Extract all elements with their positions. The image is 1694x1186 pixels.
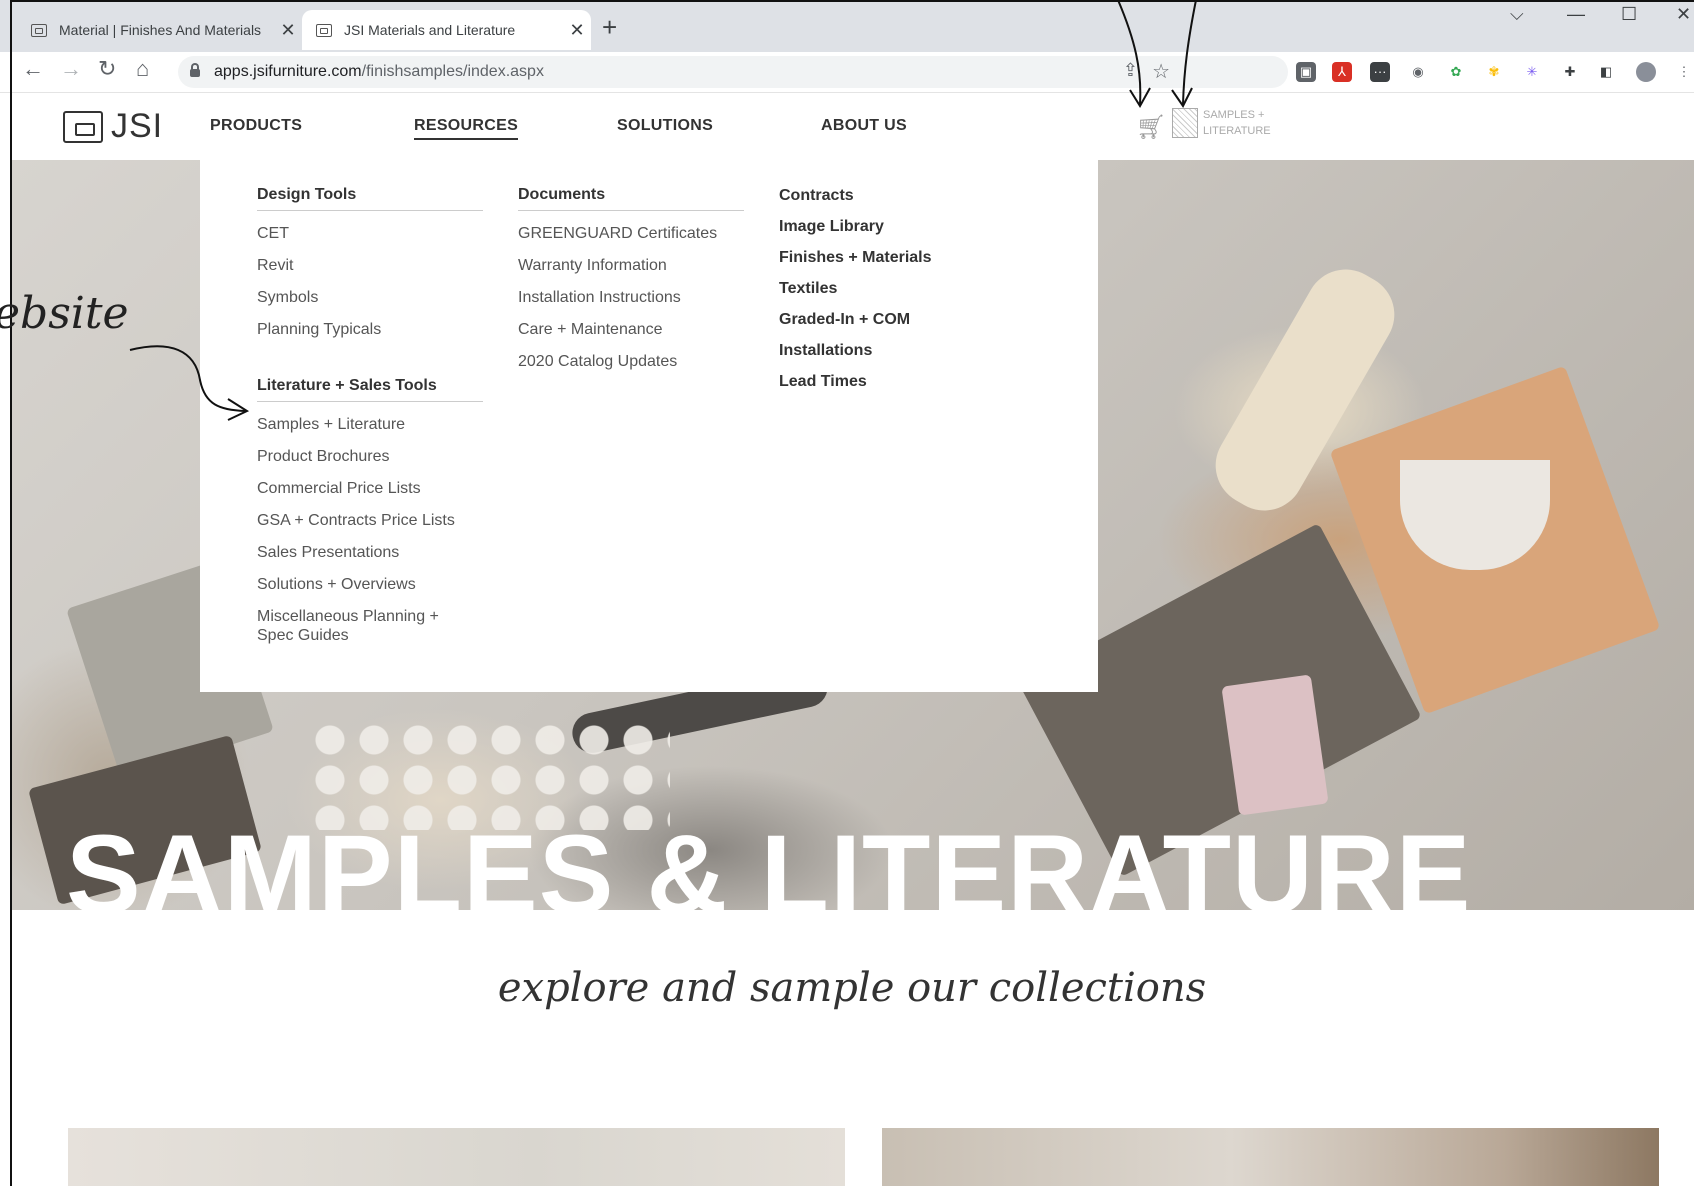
- menu-item-graded-in-com[interactable]: Graded-In + COM: [779, 310, 932, 329]
- url-text: apps.jsifurniture.com/finishsamples/inde…: [214, 63, 544, 80]
- profile-avatar[interactable]: [1636, 62, 1656, 82]
- collection-tile-left[interactable]: [68, 1128, 845, 1186]
- documents-column: Documents GREENGUARD Certificates Warran…: [518, 186, 744, 371]
- menu-item-cet[interactable]: CET: [257, 224, 483, 243]
- sidepanel-icon[interactable]: ◧: [1596, 62, 1616, 82]
- puzzle-extension-icon[interactable]: ✚: [1560, 62, 1580, 82]
- menu-item-textiles[interactable]: Textiles: [779, 279, 932, 298]
- reload-icon[interactable]: ↻: [98, 56, 116, 82]
- jsi-favicon-icon: [31, 23, 47, 37]
- menu-item-planning-typicals[interactable]: Planning Typicals: [257, 320, 483, 339]
- address-bar[interactable]: apps.jsifurniture.com/finishsamples/inde…: [178, 56, 1288, 88]
- menu-item-installation-instructions[interactable]: Installation Instructions: [518, 288, 744, 307]
- menu-item-warranty[interactable]: Warranty Information: [518, 256, 744, 275]
- browser-tab-finishes[interactable]: Material | Finishes And Materials ✕: [17, 10, 302, 50]
- resources-dropdown-menu: Design Tools CET Revit Symbols Planning …: [200, 160, 1098, 692]
- tab-search-chevron-icon[interactable]: ⌵: [1510, 4, 1524, 25]
- dots-extension-icon[interactable]: ···: [1370, 62, 1390, 82]
- menu-item-image-library[interactable]: Image Library: [779, 217, 932, 236]
- hero-title: SAMPLES & LITERATURE: [66, 812, 1472, 910]
- sparkle-extension-icon[interactable]: ✳: [1522, 62, 1542, 82]
- browser-tab-strip: Material | Finishes And Materials ✕ JSI …: [0, 0, 1694, 52]
- menu-item-greenguard[interactable]: GREENGUARD Certificates: [518, 224, 744, 243]
- samples-logo-icon: [1172, 108, 1198, 138]
- share-icon[interactable]: ⇪: [1123, 60, 1138, 81]
- samples-literature-logo[interactable]: SAMPLES + LITERATURE: [1172, 107, 1271, 139]
- nav-resources[interactable]: RESOURCES: [414, 117, 519, 140]
- menu-kebab-icon[interactable]: ⋮: [1674, 62, 1694, 82]
- menu-item-product-brochures[interactable]: Product Brochures: [257, 447, 483, 466]
- tab-title: Material | Finishes And Materials: [59, 22, 262, 38]
- jsi-logo-mark-icon: [63, 110, 103, 143]
- nav-products[interactable]: PRODUCTS: [210, 117, 302, 135]
- menu-item-catalog-updates[interactable]: 2020 Catalog Updates: [518, 352, 744, 371]
- jsi-logo[interactable]: JSI: [63, 107, 163, 146]
- logo-text: JSI: [111, 107, 164, 145]
- home-icon[interactable]: ⌂: [136, 56, 149, 82]
- camera-extension-icon[interactable]: ◉: [1408, 62, 1428, 82]
- close-window-icon[interactable]: ✕: [1676, 4, 1691, 25]
- forward-icon[interactable]: →: [60, 56, 82, 82]
- close-tab-icon[interactable]: ✕: [563, 20, 591, 41]
- browser-toolbar: ← → ↻ ⌂ apps.jsifurniture.com/finishsamp…: [0, 52, 1694, 93]
- menu-item-installations[interactable]: Installations: [779, 341, 932, 360]
- cart-icon[interactable]: 🛒︎: [1136, 113, 1166, 142]
- menu-item-care-maintenance[interactable]: Care + Maintenance: [518, 320, 744, 339]
- literature-sales-tools-heading: Literature + Sales Tools: [257, 377, 483, 402]
- back-icon[interactable]: ←: [22, 56, 44, 82]
- jsi-favicon-icon: [316, 23, 332, 37]
- pink-card-image: [1221, 674, 1329, 816]
- menu-item-finishes-materials[interactable]: Finishes + Materials: [779, 248, 932, 267]
- browser-tab-materials-literature[interactable]: JSI Materials and Literature ✕: [302, 10, 591, 50]
- menu-item-revit[interactable]: Revit: [257, 256, 483, 275]
- extension-icon[interactable]: ▣: [1296, 62, 1316, 82]
- tab-title: JSI Materials and Literature: [344, 22, 516, 38]
- close-tab-icon[interactable]: ✕: [274, 20, 302, 41]
- flower-extension-icon[interactable]: ✾: [1484, 62, 1504, 82]
- menu-item-lead-times[interactable]: Lead Times: [779, 372, 932, 391]
- documents-heading: Documents: [518, 186, 744, 211]
- site-header: JSI PRODUCTS RESOURCES SOLUTIONS ABOUT U…: [10, 93, 1694, 160]
- leaf-extension-icon[interactable]: ✿: [1446, 62, 1466, 82]
- menu-item-solutions-overviews[interactable]: Solutions + Overviews: [257, 575, 483, 594]
- pdf-extension-icon[interactable]: ⅄: [1332, 62, 1352, 82]
- web-page: JSI PRODUCTS RESOURCES SOLUTIONS ABOUT U…: [10, 93, 1694, 1186]
- menu-item-gsa-contracts-price-lists[interactable]: GSA + Contracts Price Lists: [257, 511, 483, 530]
- links-column: Contracts Image Library Finishes + Mater…: [779, 186, 932, 403]
- menu-item-samples-literature[interactable]: Samples + Literature: [257, 415, 483, 434]
- design-tools-heading: Design Tools: [257, 186, 483, 211]
- menu-item-symbols[interactable]: Symbols: [257, 288, 483, 307]
- minimize-icon[interactable]: —: [1567, 4, 1585, 25]
- menu-item-commercial-price-lists[interactable]: Commercial Price Lists: [257, 479, 483, 498]
- star-icon[interactable]: ☆: [1152, 59, 1170, 84]
- design-tools-column: Design Tools CET Revit Symbols Planning …: [257, 186, 483, 645]
- new-tab-button[interactable]: +: [602, 12, 617, 43]
- samples-logo-line1: SAMPLES +: [1203, 109, 1265, 121]
- menu-item-misc-planning-spec-guides[interactable]: Miscellaneous Planning + Spec Guides: [257, 607, 483, 645]
- lock-icon: [190, 63, 200, 77]
- nav-about-us[interactable]: ABOUT US: [821, 117, 907, 135]
- menu-item-contracts[interactable]: Contracts: [779, 186, 932, 205]
- samples-logo-line2: LITERATURE: [1203, 125, 1271, 137]
- annotation-text: ebsite: [0, 288, 129, 339]
- menu-item-sales-presentations[interactable]: Sales Presentations: [257, 543, 483, 562]
- maximize-icon[interactable]: ☐: [1621, 4, 1637, 25]
- collection-tile-right[interactable]: [882, 1128, 1659, 1186]
- nav-solutions[interactable]: SOLUTIONS: [617, 117, 713, 135]
- collections-tagline: explore and sample our collections: [497, 965, 1207, 1011]
